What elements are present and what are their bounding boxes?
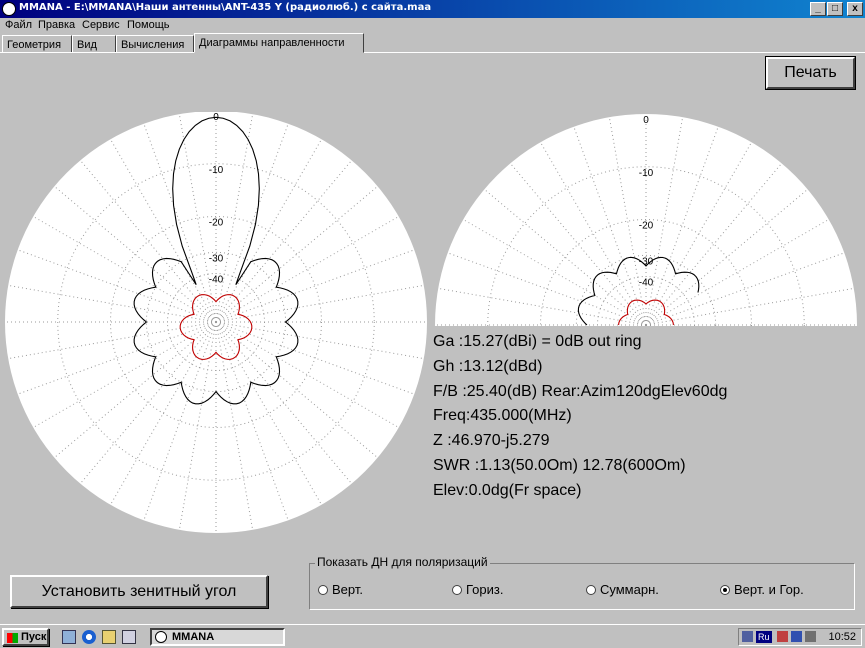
ring-label: -30 — [209, 253, 224, 264]
radio-vertical[interactable]: Верт. — [318, 582, 363, 597]
radio-horizontal[interactable]: Гориз. — [452, 582, 503, 597]
tab-geometry[interactable]: Геометрия — [2, 35, 72, 53]
tab-strip: Геометрия Вид Вычисления Диаграммы напра… — [0, 33, 865, 53]
app-icon[interactable] — [2, 2, 16, 16]
print-button[interactable]: Печать — [765, 56, 856, 90]
network-icon[interactable] — [791, 631, 802, 642]
close-button[interactable]: x — [847, 2, 863, 16]
system-tray: Ru 10:52 — [738, 628, 862, 646]
desktop-icon[interactable] — [62, 630, 76, 644]
swr: SWR :1.13(50.0Om) 12.78(600Om) — [433, 456, 686, 474]
start-label: Пуск — [21, 631, 47, 643]
radio-dot — [318, 585, 328, 595]
channels-icon[interactable] — [122, 630, 136, 644]
task-label: MMANA — [172, 631, 215, 643]
language-indicator[interactable]: Ru — [756, 631, 772, 643]
maximize-button[interactable]: □ — [827, 2, 843, 16]
menu-bar: Файл Правка Сервис Помощь — [0, 18, 865, 33]
radio-label: Верт. и Гор. — [734, 582, 804, 597]
ring-label: -20 — [209, 218, 224, 229]
start-button[interactable]: Пуск — [2, 628, 49, 646]
ring-label: -10 — [639, 168, 654, 179]
mmana-icon — [155, 631, 167, 643]
antivirus-icon[interactable] — [777, 631, 788, 642]
radio-label: Верт. — [332, 582, 363, 597]
ring-label: -20 — [639, 221, 654, 232]
menu-edit[interactable]: Правка — [38, 19, 75, 31]
ring-label: -40 — [639, 277, 654, 288]
gain-dbi: Ga :15.27(dBi) = 0dB out ring — [433, 333, 642, 350]
menu-help[interactable]: Помощь — [127, 19, 170, 31]
radio-dot — [586, 585, 596, 595]
volume-icon[interactable] — [805, 631, 816, 642]
radio-dot-checked — [720, 585, 730, 595]
outlook-icon[interactable] — [102, 630, 116, 644]
tab-view[interactable]: Вид — [72, 35, 116, 53]
display-icon[interactable] — [742, 631, 753, 642]
tab-calculations[interactable]: Вычисления — [116, 35, 194, 53]
polarization-group: Показать ДН для поляризаций Верт. Гориз.… — [309, 555, 855, 610]
tab-patterns[interactable]: Диаграммы направленности — [194, 33, 364, 53]
clock: 10:52 — [828, 631, 856, 643]
set-zenith-angle-button[interactable]: Установить зенитный угол — [10, 575, 268, 608]
taskbar: Пуск MMANA Ru 10:52 — [0, 624, 865, 648]
radio-vert-and-horiz[interactable]: Верт. и Гор. — [720, 582, 804, 597]
impedance: Z :46.970-j5.279 — [433, 432, 550, 450]
polarization-legend: Показать ДН для поляризаций — [315, 555, 490, 569]
vertical-pattern-plot: 0-10-20-30-40 — [435, 114, 857, 326]
menu-file[interactable]: Файл — [5, 19, 32, 31]
horizontal-pattern-plot: 0-10-20-30-40 — [5, 112, 427, 533]
radio-sum[interactable]: Суммарн. — [586, 582, 659, 597]
windows-flag-icon — [7, 633, 18, 643]
antenna-summary: Ga :15.27(dBi) = 0dB out ring Gh :13.12(… — [433, 330, 727, 504]
title-bar: MMANA - E:\MMANA\Наши антенны\ANT-435 Y … — [0, 0, 865, 18]
ring-label: -40 — [209, 274, 224, 285]
menu-service[interactable]: Сервис — [82, 19, 120, 31]
radio-label: Гориз. — [466, 582, 504, 597]
frequency: Freq:435.000(MHz) — [433, 407, 572, 425]
gain-dbd: Gh :13.12(dBd) — [433, 357, 543, 375]
ring-label: -10 — [209, 165, 224, 176]
ring-label: 0 — [643, 115, 649, 126]
front-back-ratio: F/B :25.40(dB) Rear:Azim120dgElev60dg — [433, 382, 728, 400]
ie-icon[interactable] — [82, 630, 96, 644]
radio-label: Суммарн. — [600, 582, 659, 597]
elevation: Elev:0.0dg(Fr space) — [433, 481, 582, 499]
radio-dot — [452, 585, 462, 595]
taskbar-mmana[interactable]: MMANA — [150, 628, 285, 646]
minimize-button[interactable]: _ — [810, 2, 826, 16]
window-title: MMANA - E:\MMANA\Наши антенны\ANT-435 Y … — [19, 2, 432, 13]
